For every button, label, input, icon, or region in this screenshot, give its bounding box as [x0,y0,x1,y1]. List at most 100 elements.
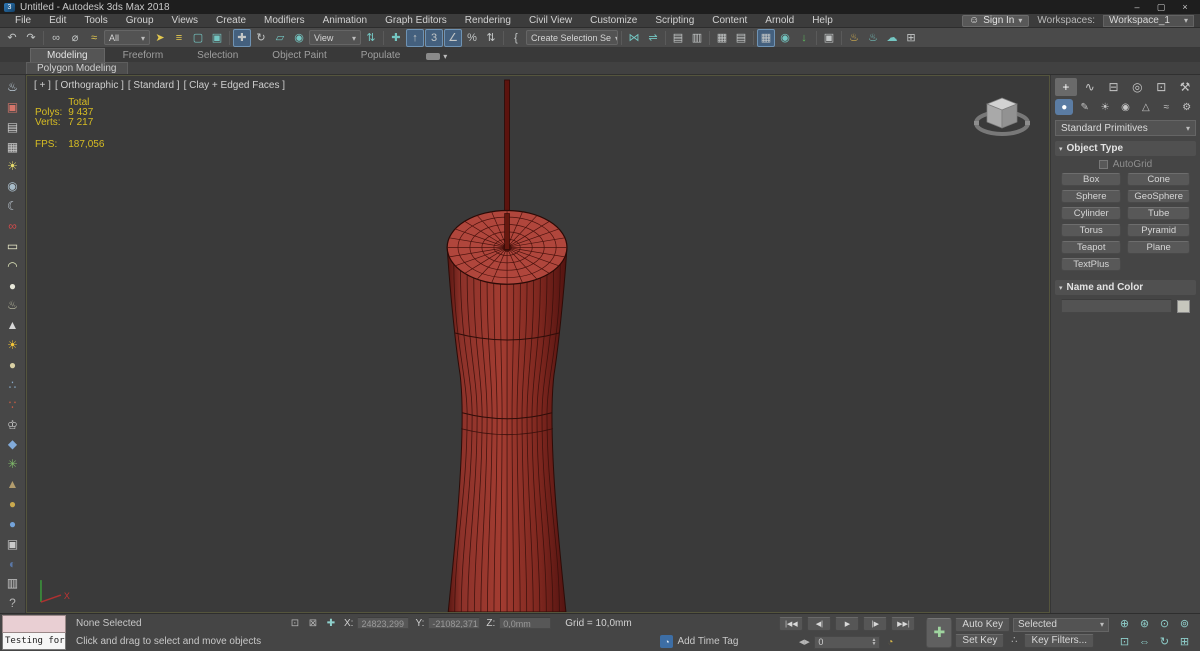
cylinder-button[interactable]: Cylinder [1061,207,1122,220]
panel-tab-create[interactable]: + [1055,78,1077,96]
select-and-scale-button[interactable]: ▱ [271,29,289,47]
use-pivot-point-center-button[interactable]: ⇅ [362,29,380,47]
zoom-all-button[interactable]: ⊛ [1135,615,1154,632]
paw-icon[interactable]: ∴ [1007,635,1021,646]
menu-edit[interactable]: Edit [40,14,75,28]
spinner-snap-toggle-button[interactable]: ⇅ [482,29,500,47]
list-button[interactable]: ▤ [2,117,24,137]
menu-graph-editors[interactable]: Graph Editors [376,14,456,28]
render-iterative-button[interactable]: ♨ [864,29,882,47]
menu-tools[interactable]: Tools [75,14,116,28]
menu-scripting[interactable]: Scripting [646,14,703,28]
toggle-layer-explorer-button[interactable]: ▥ [688,29,706,47]
menu-group[interactable]: Group [117,14,163,28]
menu-create[interactable]: Create [207,14,255,28]
ribbon-options-button[interactable] [426,51,447,62]
camera-button[interactable]: ◉ [2,176,24,196]
menu-content[interactable]: Content [703,14,756,28]
viewport-canvas[interactable]: X [27,76,1049,612]
menu-arnold[interactable]: Arnold [756,14,803,28]
viewport-pov-menu[interactable]: [ Orthographic ] [55,80,124,91]
key-filters-button[interactable]: Key Filters... [1024,633,1095,648]
maximize-viewport-button[interactable]: ⊞ [1175,633,1194,650]
rain-button[interactable]: ∴ [2,375,24,395]
set-keys-button[interactable]: ✚ [926,617,953,648]
previous-frame-button[interactable]: ◀| [807,616,832,631]
bind-to-space-warp-button[interactable]: ≈ [85,29,103,47]
tab-freeform[interactable]: Freeform [107,49,180,62]
panel-tab-display[interactable]: ⊡ [1150,78,1172,96]
listener-macro-pane[interactable] [2,615,66,633]
render-in-cloud-button[interactable]: ☁ [883,29,901,47]
close-button[interactable]: × [1174,2,1196,13]
viewport-layout-tabs-button[interactable]: ⊞ [902,29,920,47]
material-editor-button[interactable]: ◉ [776,29,794,47]
foliage-button[interactable]: ✳ [2,454,24,474]
select-object-button[interactable]: ➤ [151,29,169,47]
torus-button[interactable]: Torus [1061,224,1122,237]
select-by-name-button[interactable]: ≡ [170,29,188,47]
viewcube-cube[interactable] [986,97,1018,129]
panel-tab-modify[interactable]: ∿ [1079,78,1101,96]
autogrid-checkbox[interactable] [1098,159,1108,169]
tab-modeling[interactable]: Modeling [30,48,105,62]
viewport-shading-menu[interactable]: [ Clay + Edged Faces ] [184,80,285,91]
select-and-manipulate-button[interactable]: ✚ [387,29,405,47]
molecules-button[interactable]: ∵ [2,395,24,415]
anaglyph-glasses-button[interactable]: ∞ [2,216,24,236]
z-coordinate-field[interactable]: 0,0mm [499,617,552,629]
named-selection-sets-dropdown[interactable]: Create Selection Se [526,30,618,45]
dome-button[interactable]: ◠ [2,256,24,276]
menu-customize[interactable]: Customize [581,14,646,28]
create-category-lights[interactable]: ☀ [1096,99,1114,115]
viewport-standard-menu[interactable]: [ Standard ] [128,80,180,91]
panel-tab-utilities[interactable]: ⚒ [1174,78,1196,96]
create-category-systems[interactable]: ⚙ [1178,99,1196,115]
pan-button[interactable]: ⇔ [1135,633,1154,650]
create-category-shapes[interactable]: ✎ [1075,99,1093,115]
viewport[interactable]: X [ + ] [ Orthographic ] [ Standard ] [ … [26,75,1050,613]
pyramid-button[interactable]: Pyramid [1127,224,1190,237]
cone-button[interactable]: Cone [1127,173,1190,186]
isolate-selection-icon[interactable]: ⊡ [288,618,302,629]
slate-material-editor-button[interactable]: ▦ [757,28,775,47]
panel-tab-motion[interactable]: ◎ [1126,78,1148,96]
teapot-button[interactable]: ♨ [2,77,24,97]
transform-type-in-icon[interactable]: ✚ [324,618,338,629]
menu-animation[interactable]: Animation [314,14,376,28]
textplus-button[interactable]: TextPlus [1061,258,1122,271]
workspace-dropdown[interactable]: Workspace_1 [1103,14,1194,27]
snap-toggle-3d-button[interactable]: 3 [425,28,443,47]
zoom-extents-button[interactable]: ⊙ [1155,615,1174,632]
play-button[interactable]: ▶ [835,616,860,631]
unlink-selection-button[interactable]: ⌀ [66,29,84,47]
sign-in-button[interactable]: ☺ Sign In [962,14,1030,27]
current-frame-field[interactable]: 0 ▲ ▼ [814,635,881,649]
dark-sphere-button[interactable]: ◐ [2,554,24,574]
box-button[interactable]: Box [1061,173,1122,186]
x-coordinate-field[interactable]: 24823,299 [357,617,410,629]
tube-button[interactable]: Tube [1127,207,1190,220]
create-category-cameras[interactable]: ◉ [1116,99,1134,115]
viewport-general-menu[interactable]: [ + ] [34,80,51,91]
tab-object-paint[interactable]: Object Paint [256,49,342,62]
render-preview-button[interactable]: ▣ [2,97,24,117]
time-configuration-icon[interactable]: ◔ [883,637,897,648]
key-mode-toggle[interactable]: ◀▶ [797,638,811,646]
orbit-button[interactable]: ↻ [1155,633,1174,650]
selection-filter-dropdown[interactable]: All [104,30,150,45]
select-and-move-button[interactable]: ✚ [233,28,251,47]
go-to-start-button[interactable]: |◀◀ [779,616,804,631]
zoom-extents-all-button[interactable]: ⊚ [1175,615,1194,632]
panel-tab-hierarchy[interactable]: ⊟ [1103,78,1125,96]
auto-key-button[interactable]: Auto Key [955,617,1010,632]
minimize-button[interactable]: – [1126,2,1148,13]
terrain-button[interactable]: ▲ [2,474,24,494]
key-selection-dropdown[interactable]: Selected [1013,617,1109,632]
menu-modifiers[interactable]: Modifiers [255,14,314,28]
object-color-swatch[interactable] [1177,299,1190,313]
utilities-button[interactable]: ▥ [2,573,24,593]
set-key-button[interactable]: Set Key [955,633,1005,648]
render-setup-button[interactable]: ↓ [795,29,813,47]
dope-sheet-button[interactable]: ▤ [732,29,750,47]
